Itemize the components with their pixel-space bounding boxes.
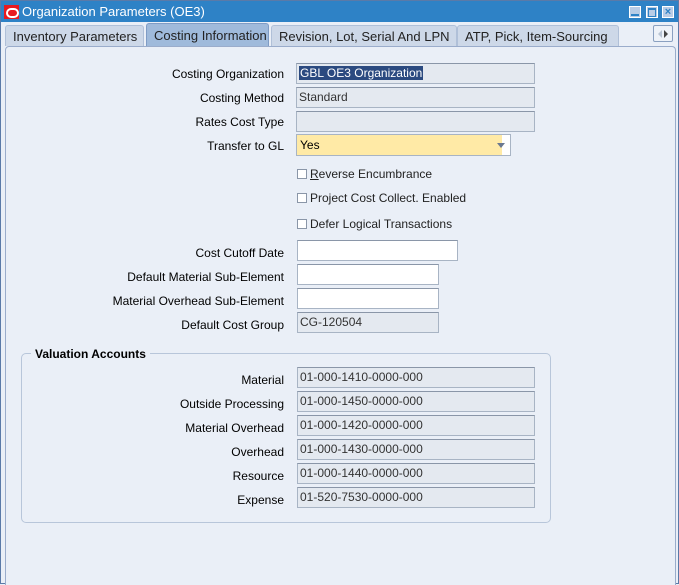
valuation-label: Material <box>241 373 284 387</box>
reverse-encumbrance-label: everse Encumbrance <box>318 167 433 181</box>
resource-account-field[interactable]: 01-000-1440-0000-000 <box>297 463 535 484</box>
material-overhead-sub-element-field[interactable] <box>297 288 439 309</box>
project-cost-collect-label: Project Cost Collect. Enabled <box>310 191 467 205</box>
window-title: Organization Parameters (OE3) <box>22 4 205 19</box>
defer-logical-transactions-checkbox[interactable]: Defer Logical Transactions <box>297 217 452 231</box>
material-account-field[interactable]: 01-000-1410-0000-000 <box>297 367 535 388</box>
reverse-encumbrance-mnemonic: R <box>310 167 319 181</box>
cost-cutoff-date-field[interactable] <box>297 240 458 261</box>
costing-organization-value: GBL OE3 Organization <box>299 66 424 80</box>
costing-method-field[interactable]: Standard <box>296 87 535 108</box>
valuation-accounts-title: Valuation Accounts <box>31 347 150 361</box>
transfer-to-gl-select[interactable]: Yes <box>296 134 511 156</box>
tab-inventory-parameters[interactable]: Inventory Parameters <box>5 25 144 46</box>
costing-method-label: Costing Method <box>199 91 284 105</box>
valuation-label: Expense <box>237 493 284 507</box>
checkbox-icon[interactable] <box>297 193 307 203</box>
checkbox-icon[interactable] <box>297 169 307 179</box>
valuation-label: Overhead <box>231 445 284 459</box>
transfer-to-gl-value: Yes <box>297 135 502 155</box>
outside-processing-account-field[interactable]: 01-000-1450-0000-000 <box>297 391 535 412</box>
oracle-logo-icon <box>4 5 19 19</box>
valuation-label: Resource <box>232 469 284 483</box>
reverse-encumbrance-checkbox[interactable]: Reverse Encumbrance <box>297 167 432 181</box>
default-material-sub-element-field[interactable] <box>297 264 439 285</box>
project-cost-collect-checkbox[interactable]: Project Cost Collect. Enabled <box>297 191 466 205</box>
costing-organization-field[interactable]: GBL OE3 Organization <box>296 63 535 84</box>
default-material-sub-element-label: Default Material Sub-Element <box>127 270 284 284</box>
title-bar: Organization Parameters (OE3) × <box>1 1 678 22</box>
minimize-icon[interactable] <box>629 6 641 18</box>
close-icon[interactable]: × <box>662 6 674 18</box>
cost-cutoff-date-label: Cost Cutoff Date <box>195 246 285 260</box>
rates-cost-type-label: Rates Cost Type <box>195 115 285 129</box>
rates-cost-type-field[interactable] <box>296 111 535 132</box>
checkbox-icon[interactable] <box>297 219 307 229</box>
tab-revision-lot-serial-lpn[interactable]: Revision, Lot, Serial And LPN <box>271 25 457 46</box>
chevron-down-icon[interactable] <box>497 143 505 148</box>
organization-parameters-window: Organization Parameters (OE3) × Inventor… <box>0 0 679 585</box>
tab-scroll-arrows-icon[interactable] <box>653 25 673 42</box>
maximize-icon[interactable] <box>646 6 658 18</box>
costing-organization-label: Costing Organization <box>171 67 284 81</box>
tab-atp-pick-item-sourcing[interactable]: ATP, Pick, Item-Sourcing <box>457 25 619 46</box>
overhead-account-field[interactable]: 01-000-1430-0000-000 <box>297 439 535 460</box>
default-cost-group-label: Default Cost Group <box>181 318 284 332</box>
material-overhead-sub-element-label: Material Overhead Sub-Element <box>112 294 284 308</box>
transfer-to-gl-label: Transfer to GL <box>207 139 284 153</box>
valuation-label: Material Overhead <box>185 421 284 435</box>
valuation-label: Outside Processing <box>179 397 284 411</box>
tab-costing-information[interactable]: Costing Information <box>146 23 269 46</box>
defer-logical-transactions-label: Defer Logical Transactions <box>310 217 453 231</box>
expense-account-field[interactable]: 01-520-7530-0000-000 <box>297 487 535 508</box>
default-cost-group-field[interactable]: CG-120504 <box>297 312 439 333</box>
material-overhead-account-field[interactable]: 01-000-1420-0000-000 <box>297 415 535 436</box>
